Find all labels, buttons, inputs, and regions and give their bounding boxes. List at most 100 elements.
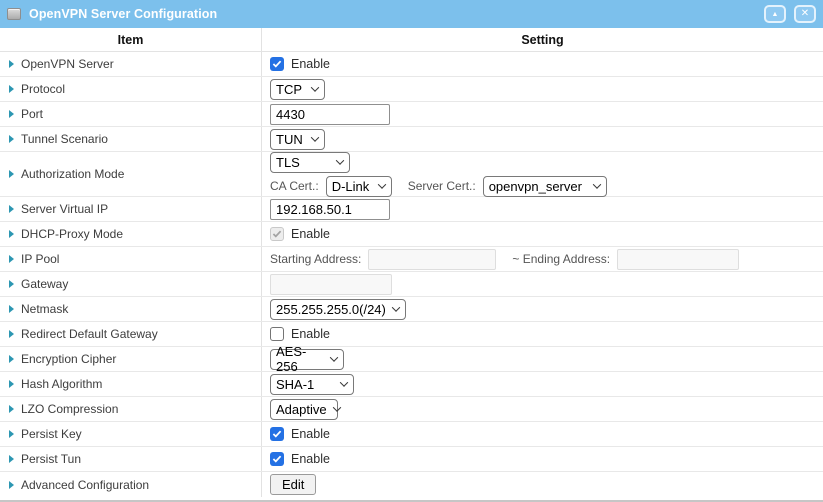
item-cell-hash-algorithm: Hash Algorithm (0, 372, 262, 396)
check-icon (272, 230, 282, 238)
dhcp-proxy-mode-enable-checkbox-box (270, 227, 284, 241)
bullet-icon (9, 455, 14, 463)
item-cell-persist-tun: Persist Tun (0, 447, 262, 471)
chevron-down-icon (340, 378, 348, 386)
column-header-setting: Setting (262, 28, 823, 51)
chevron-down-icon (311, 83, 319, 91)
table-row-hash-algorithm: Hash Algorithm SHA-1 (0, 372, 823, 397)
ca-cert-select[interactable]: D-Link (326, 176, 392, 197)
item-label-netmask: Netmask (21, 302, 68, 316)
setting-line: 255.255.255.0(/24) (270, 299, 815, 320)
persist-tun-enable-checkbox-label: Enable (291, 452, 330, 466)
item-cell-persist-key: Persist Key (0, 422, 262, 446)
server-cert-select-value: openvpn_server (489, 179, 582, 194)
item-cell-openvpn-server: OpenVPN Server (0, 52, 262, 76)
close-button[interactable]: ✕ (794, 5, 816, 23)
table-row-netmask: Netmask 255.255.255.0(/24) (0, 297, 823, 322)
bullet-icon (9, 170, 14, 178)
gateway-input (270, 274, 392, 295)
item-label-dhcp-proxy-mode: DHCP-Proxy Mode (21, 227, 123, 241)
setting-line (270, 104, 815, 125)
bullet-icon (9, 255, 14, 263)
bullet-icon (9, 481, 14, 489)
chevron-down-icon (332, 403, 340, 411)
bullet-icon (9, 355, 14, 363)
item-label-tunnel-scenario: Tunnel Scenario (21, 132, 108, 146)
bullet-icon (9, 405, 14, 413)
item-cell-netmask: Netmask (0, 297, 262, 321)
setting-line: Starting Address:~ Ending Address: (270, 249, 815, 270)
redirect-default-gateway-enable-checkbox-box[interactable] (270, 327, 284, 341)
setting-cell-openvpn-server: Enable (262, 52, 823, 76)
item-label-advanced-configuration: Advanced Configuration (21, 478, 149, 492)
setting-cell-authorization-mode: TLSCA Cert.:D-LinkServer Cert.:openvpn_s… (262, 152, 823, 196)
item-label-persist-tun: Persist Tun (21, 452, 81, 466)
item-cell-encryption-cipher: Encryption Cipher (0, 347, 262, 371)
window-title: OpenVPN Server Configuration (29, 7, 217, 21)
bullet-icon (9, 430, 14, 438)
setting-cell-netmask: 255.255.255.0(/24) (262, 297, 823, 321)
server-virtual-ip-input[interactable] (270, 199, 390, 220)
table-row-encryption-cipher: Encryption Cipher AES-256 (0, 347, 823, 372)
setting-line: AES-256 (270, 349, 815, 370)
table-row-redirect-default-gateway: Redirect Default Gateway Enable (0, 322, 823, 347)
lzo-compression-select-value: Adaptive (276, 402, 327, 417)
table-row-dhcp-proxy-mode: DHCP-Proxy Mode Enable (0, 222, 823, 247)
bullet-icon (9, 330, 14, 338)
chevron-down-icon (330, 353, 338, 361)
setting-cell-dhcp-proxy-mode: Enable (262, 222, 823, 246)
setting-line: Edit (270, 474, 815, 495)
collapse-button[interactable]: ▲ (764, 5, 786, 23)
item-cell-advanced-configuration: Advanced Configuration (0, 472, 262, 497)
setting-cell-hash-algorithm: SHA-1 (262, 372, 823, 396)
item-cell-redirect-default-gateway: Redirect Default Gateway (0, 322, 262, 346)
table-row-tunnel-scenario: Tunnel Scenario TUN (0, 127, 823, 152)
window-icon (7, 8, 21, 20)
item-cell-lzo-compression: LZO Compression (0, 397, 262, 421)
setting-inline-label: CA Cert.: (270, 179, 319, 193)
tunnel-scenario-select[interactable]: TUN (270, 129, 325, 150)
advanced-configuration-edit-button[interactable]: Edit (270, 474, 316, 495)
setting-line (270, 199, 815, 220)
bullet-icon (9, 280, 14, 288)
persist-key-enable-checkbox-box[interactable] (270, 427, 284, 441)
hash-algorithm-select[interactable]: SHA-1 (270, 374, 354, 395)
setting-cell-persist-tun: Enable (262, 447, 823, 471)
item-label-redirect-default-gateway: Redirect Default Gateway (21, 327, 158, 341)
bullet-icon (9, 380, 14, 388)
titlebar: OpenVPN Server Configuration ▲ ✕ (0, 0, 823, 28)
persist-tun-enable-checkbox[interactable]: Enable (270, 452, 330, 466)
setting-cell-tunnel-scenario: TUN (262, 127, 823, 151)
persist-tun-enable-checkbox-box[interactable] (270, 452, 284, 466)
item-cell-authorization-mode: Authorization Mode (0, 152, 262, 196)
authorization-mode-select-value: TLS (276, 155, 300, 170)
encryption-cipher-select[interactable]: AES-256 (270, 349, 344, 370)
setting-inline-label: Starting Address: (270, 252, 361, 266)
openvpn-server-enable-checkbox[interactable]: Enable (270, 57, 330, 71)
item-cell-tunnel-scenario: Tunnel Scenario (0, 127, 262, 151)
authorization-mode-select[interactable]: TLS (270, 152, 350, 173)
lzo-compression-select[interactable]: Adaptive (270, 399, 338, 420)
server-cert-select[interactable]: openvpn_server (483, 176, 607, 197)
persist-key-enable-checkbox-label: Enable (291, 427, 330, 441)
chevron-down-icon (392, 303, 400, 311)
table-row-persist-key: Persist Key Enable (0, 422, 823, 447)
table-row-ip-pool: IP PoolStarting Address:~ Ending Address… (0, 247, 823, 272)
item-cell-gateway: Gateway (0, 272, 262, 296)
redirect-default-gateway-enable-checkbox[interactable]: Enable (270, 327, 330, 341)
persist-key-enable-checkbox[interactable]: Enable (270, 427, 330, 441)
item-label-authorization-mode: Authorization Mode (21, 167, 124, 181)
bullet-icon (9, 60, 14, 68)
netmask-select[interactable]: 255.255.255.0(/24) (270, 299, 406, 320)
ip-pool-ending-address-input (617, 249, 739, 270)
protocol-select[interactable]: TCP (270, 79, 325, 100)
encryption-cipher-select-value: AES-256 (276, 344, 324, 374)
table-row-port: Port (0, 102, 823, 127)
setting-line: Enable (270, 427, 815, 441)
item-label-persist-key: Persist Key (21, 427, 82, 441)
chevron-down-icon (377, 180, 385, 188)
setting-line: Enable (270, 452, 815, 466)
port-input[interactable] (270, 104, 390, 125)
setting-line: TUN (270, 129, 815, 150)
openvpn-server-enable-checkbox-box[interactable] (270, 57, 284, 71)
